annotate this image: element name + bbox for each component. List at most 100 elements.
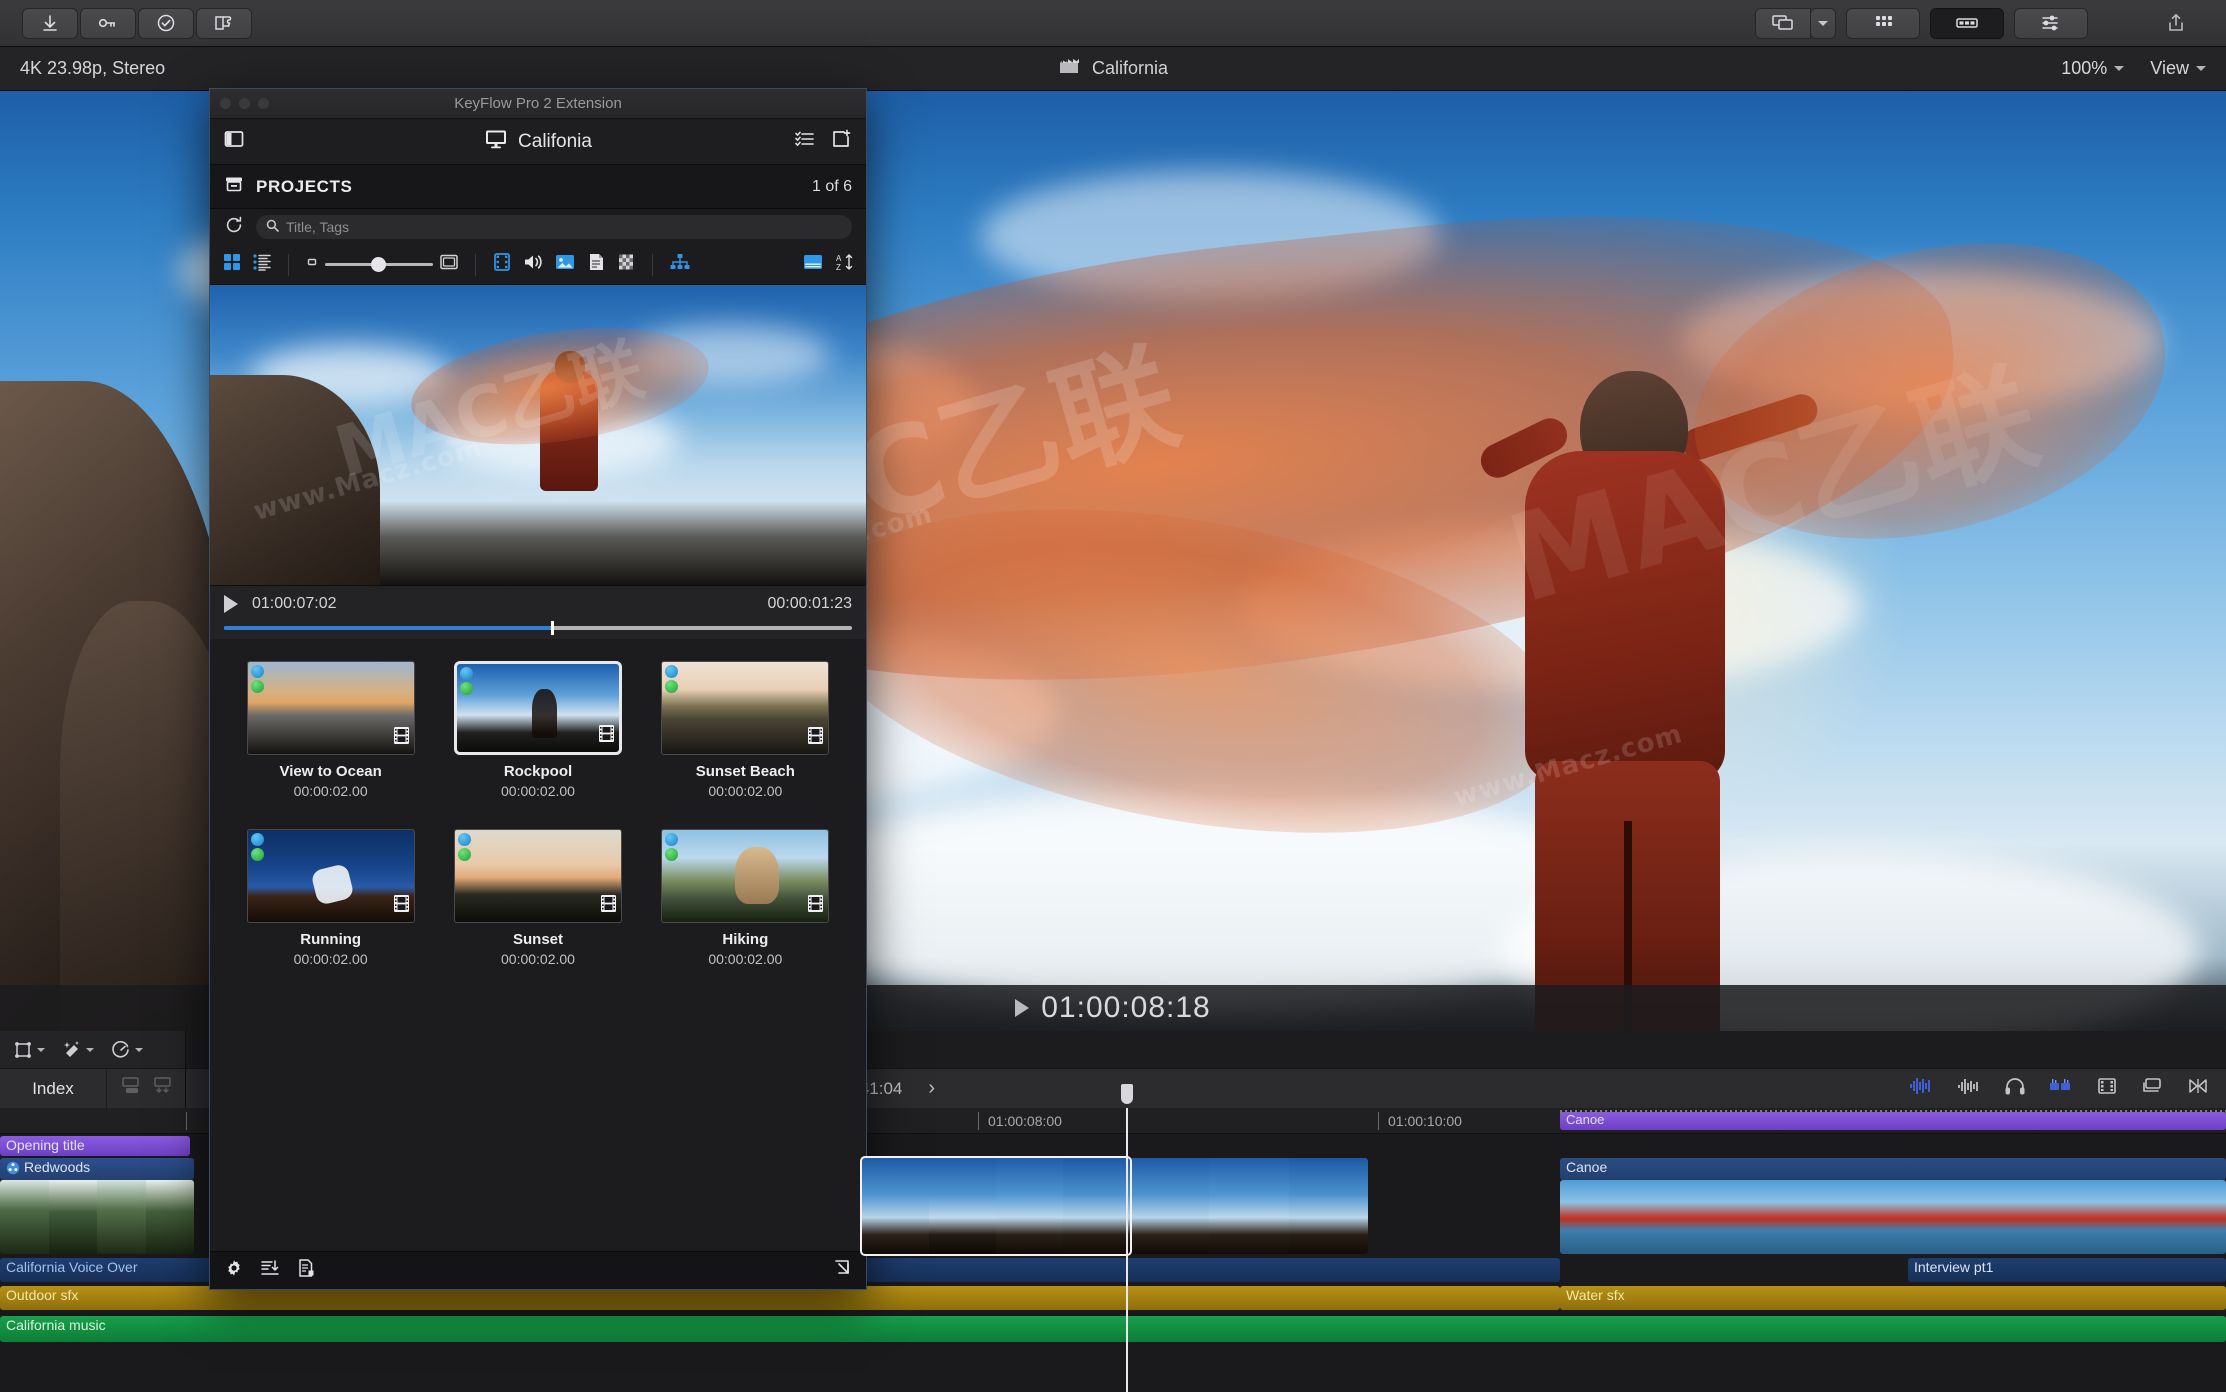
- snapping-icon[interactable]: [2186, 1076, 2210, 1101]
- overwrite-clip-icon[interactable]: [151, 1076, 175, 1101]
- clip-appearance-icon[interactable]: [2140, 1076, 2164, 1101]
- timeline-clip-canoe-thumbs[interactable]: [1560, 1180, 2226, 1254]
- close-icon[interactable]: [220, 98, 231, 109]
- play-icon[interactable]: [1015, 999, 1030, 1017]
- keyflow-clip-item[interactable]: Running 00:00:02.00: [236, 829, 425, 967]
- document-filter-icon[interactable]: [586, 252, 606, 277]
- refresh-icon[interactable]: [224, 215, 244, 240]
- headphones-icon[interactable]: [2004, 1076, 2026, 1101]
- zoom-dropdown[interactable]: 100%: [2061, 58, 2125, 79]
- keywords-icon[interactable]: [80, 7, 136, 39]
- clip-thumbnail[interactable]: [246, 829, 415, 923]
- audio-lanes-active-icon[interactable]: [2048, 1077, 2074, 1100]
- keyflow-library-name: Califonia: [518, 130, 592, 152]
- clip-thumbnail[interactable]: [453, 661, 622, 755]
- enhancement-tool[interactable]: [61, 1039, 94, 1061]
- timeline-icon[interactable]: [1930, 7, 2004, 39]
- index-button[interactable]: Index: [0, 1079, 106, 1099]
- keyflow-clip-item[interactable]: Rockpool 00:00:02.00: [443, 661, 632, 799]
- retime-tool[interactable]: [110, 1039, 143, 1061]
- timeline-clip-music[interactable]: California music: [0, 1316, 2226, 1342]
- settings-gear-icon[interactable]: [224, 1258, 244, 1283]
- play-icon[interactable]: [224, 595, 238, 613]
- filmstrip-badge-icon: [600, 894, 617, 918]
- format-label: 4K 23.98p, Stereo: [20, 58, 166, 78]
- video-filter-icon[interactable]: [492, 252, 512, 277]
- new-document-icon[interactable]: [296, 1258, 316, 1283]
- share-icon[interactable]: [2148, 8, 2204, 39]
- view-dropdown[interactable]: View: [2150, 58, 2206, 79]
- list-view-icon[interactable]: [252, 252, 272, 277]
- chevron-down-icon: [37, 1047, 45, 1052]
- audio-filter-icon[interactable]: [522, 252, 544, 277]
- keyflow-clip-grid[interactable]: View to Ocean 00:00:02.00 Rockpool 00:00:02…: [210, 639, 866, 1251]
- grid-view-icon[interactable]: [222, 252, 242, 277]
- keyflow-extension-window[interactable]: KeyFlow Pro 2 Extension Califonia PROJEC…: [209, 88, 867, 1290]
- search-input[interactable]: Title, Tags: [256, 215, 852, 239]
- clip-thumbnail[interactable]: [661, 661, 830, 755]
- new-item-icon[interactable]: [830, 129, 852, 154]
- timeline-clip-selected[interactable]: [860, 1156, 1132, 1256]
- list-view-icon[interactable]: [794, 129, 816, 154]
- slider-knob[interactable]: [371, 257, 386, 272]
- browser-grid-icon[interactable]: [1846, 7, 1920, 39]
- keyflow-scrubber[interactable]: [224, 621, 852, 635]
- clip-thumbnail[interactable]: [246, 661, 415, 755]
- filmstrip-badge-icon: [807, 894, 824, 918]
- audio-meter-icon[interactable]: [1956, 1077, 1982, 1100]
- timeline-clip-canoe-header[interactable]: Canoe: [1560, 1158, 2226, 1180]
- analyze-icon[interactable]: [138, 7, 194, 39]
- keyflow-preview[interactable]: www.Macz.com MAC乙联: [210, 285, 866, 585]
- filmstrip-icon[interactable]: [2096, 1076, 2118, 1101]
- timeline-clip-water-sfx[interactable]: Water sfx: [1560, 1286, 2226, 1310]
- timeline-clip-redwoods-thumbs[interactable]: [0, 1180, 194, 1254]
- display-mode-icon[interactable]: [1755, 7, 1811, 39]
- sort-icon[interactable]: AZ: [834, 252, 854, 277]
- slider-track[interactable]: [325, 257, 433, 272]
- zoom-icon[interactable]: [258, 98, 269, 109]
- hierarchy-icon[interactable]: [669, 252, 691, 277]
- audio-waveform-active-icon[interactable]: [1908, 1077, 1934, 1100]
- transitions-icon[interactable]: [196, 7, 252, 39]
- playhead[interactable]: [1121, 1084, 1133, 1392]
- chevron-right-icon[interactable]: ›: [928, 1077, 935, 1100]
- image-filter-icon[interactable]: [554, 252, 576, 277]
- thumbnail-size-slider[interactable]: [305, 253, 459, 276]
- timeline-clip-opening-title[interactable]: Opening title: [0, 1136, 190, 1156]
- timeline-clip-interview[interactable]: Interview pt1: [1908, 1258, 2226, 1282]
- timeline-clip-continuation[interactable]: [1130, 1158, 1368, 1254]
- window-controls[interactable]: [220, 98, 269, 109]
- filmstrip-badge-icon: [393, 726, 410, 750]
- keyflow-clip-item[interactable]: Sunset 00:00:02.00: [443, 829, 632, 967]
- chevron-down-icon[interactable]: [1810, 7, 1836, 39]
- clapperboard-icon: [1058, 57, 1080, 80]
- append-clip-icon[interactable]: [119, 1076, 143, 1101]
- alpha-filter-icon[interactable]: [616, 252, 636, 277]
- archive-box-icon: [224, 175, 244, 198]
- sidebar-toggle-icon[interactable]: [224, 130, 244, 153]
- clip-thumbnail[interactable]: [661, 829, 830, 923]
- minimize-icon[interactable]: [239, 98, 250, 109]
- keyflow-projects-bar: PROJECTS 1 of 6: [210, 165, 866, 209]
- split-view-icon[interactable]: [802, 252, 824, 277]
- keyflow-projects-title: PROJECTS: [256, 176, 353, 196]
- timeline-clip-canoe-title[interactable]: Canoe: [1560, 1112, 2226, 1130]
- keyflow-titlebar[interactable]: KeyFlow Pro 2 Extension: [210, 89, 866, 119]
- clip-label: Water sfx: [1566, 1287, 1625, 1303]
- import-list-icon[interactable]: [260, 1258, 280, 1283]
- inspector-icon[interactable]: [2014, 7, 2088, 39]
- timeline-clip-redwoods-header[interactable]: Redwoods: [0, 1158, 194, 1180]
- scrubber-knob[interactable]: [550, 621, 554, 635]
- playhead-handle[interactable]: [1121, 1084, 1133, 1104]
- clip-status-badges: [459, 667, 473, 695]
- keyflow-clip-item[interactable]: Sunset Beach 00:00:02.00: [651, 661, 840, 799]
- keyflow-clip-item[interactable]: Hiking 00:00:02.00: [651, 829, 840, 967]
- keyflow-clip-item[interactable]: View to Ocean 00:00:02.00: [236, 661, 425, 799]
- chevron-down-icon: [2196, 66, 2206, 71]
- import-media-icon[interactable]: [22, 7, 78, 39]
- expand-icon[interactable]: [832, 1258, 852, 1283]
- chevron-down-icon: [2114, 66, 2125, 71]
- transform-tool[interactable]: [12, 1039, 45, 1061]
- clip-thumbnail[interactable]: [453, 829, 622, 923]
- index-buttons: [106, 1069, 185, 1108]
